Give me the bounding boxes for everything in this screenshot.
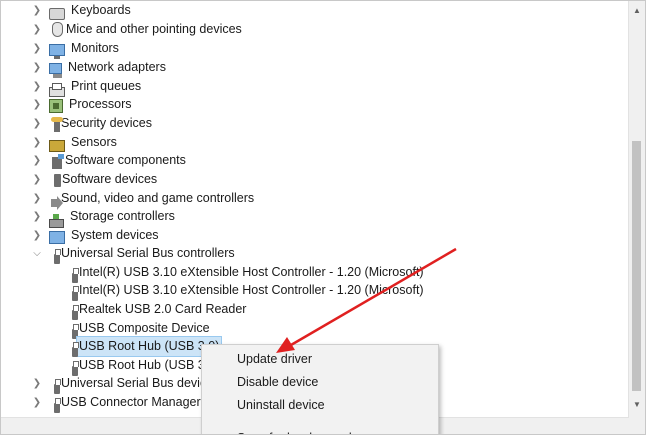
- tree-leaf-usb-composite-device[interactable]: USB Composite Device: [67, 319, 212, 339]
- chevron-down-icon[interactable]: ⌵: [31, 244, 43, 263]
- tree-leaf-usb-root-hub-1[interactable]: USB Root Hub (USB 3.0): [67, 336, 223, 357]
- software-component-icon: [52, 153, 64, 169]
- tree-node-keyboards[interactable]: ❯ Keyboards: [31, 1, 133, 20]
- menu-item-disable-device[interactable]: Disable device: [202, 371, 438, 394]
- chevron-right-icon[interactable]: ❯: [31, 20, 43, 39]
- context-menu: Update driver Disable device Uninstall d…: [201, 344, 439, 434]
- chevron-right-icon[interactable]: ❯: [31, 374, 43, 393]
- tree-node-monitors[interactable]: ❯ Monitors: [31, 39, 121, 59]
- tree-node-label: Intel(R) USB 3.10 eXtensible Host Contro…: [79, 265, 424, 279]
- usb-icon: [72, 304, 79, 320]
- chevron-right-icon[interactable]: ❯: [31, 393, 43, 412]
- keyboard-icon: [49, 7, 65, 20]
- monitor-icon: [49, 43, 65, 59]
- usb-icon: [54, 397, 61, 413]
- menu-item-uninstall-device[interactable]: Uninstall device: [202, 394, 438, 417]
- chevron-right-icon[interactable]: ❯: [31, 207, 43, 226]
- system-device-icon: [49, 231, 65, 244]
- chevron-right-icon[interactable]: ❯: [31, 170, 43, 189]
- tree-node-label: Network adapters: [68, 60, 166, 74]
- chevron-right-icon[interactable]: ❯: [31, 189, 43, 208]
- tree-node-usb-controllers[interactable]: ⌵ Universal Serial Bus controllers: [31, 244, 237, 264]
- chevron-right-icon[interactable]: ❯: [31, 133, 43, 152]
- tree-node-label: Sound, video and game controllers: [61, 191, 255, 205]
- tree-node-label: Monitors: [71, 41, 119, 55]
- tree-leaf-intel-host-controller-1[interactable]: Intel(R) USB 3.10 eXtensible Host Contro…: [67, 263, 426, 283]
- tree-node-label: USB Root Hub (USB 3.0): [75, 336, 223, 357]
- tree-leaf-realtek-card-reader[interactable]: Realtek USB 2.0 Card Reader: [67, 300, 248, 320]
- tree-node-system-devices[interactable]: ❯ System devices: [31, 226, 161, 245]
- tree-node-security-devices[interactable]: ❯ Security devices: [31, 114, 154, 133]
- tree-node-label: Storage controllers: [70, 209, 175, 223]
- tree-node-label: Software components: [65, 153, 186, 167]
- usb-icon: [54, 248, 61, 264]
- tree-node-label: Universal Serial Bus devices: [61, 376, 220, 390]
- network-adapter-icon: [49, 63, 62, 78]
- tree-leaf-usb-root-hub-2[interactable]: USB Root Hub (USB 3.0): [67, 356, 221, 376]
- tree-node-label: Keyboards: [71, 3, 131, 17]
- tree-node-software-devices[interactable]: ❯ Software devices: [31, 170, 159, 189]
- scroll-up-arrow-icon[interactable]: ▲: [629, 3, 645, 19]
- tree-node-sound-video[interactable]: ❯ Sound, video and game controllers: [31, 189, 256, 210]
- tree-node-label: Software devices: [62, 172, 158, 186]
- chevron-right-icon[interactable]: ❯: [31, 58, 43, 77]
- software-device-icon: [54, 174, 61, 187]
- tree-node-processors[interactable]: ❯ Processors: [31, 95, 134, 114]
- chevron-right-icon[interactable]: ❯: [31, 226, 43, 245]
- chevron-right-icon[interactable]: ❯: [31, 77, 43, 96]
- tree-node-label: Universal Serial Bus controllers: [61, 246, 235, 260]
- scrollbar-thumb[interactable]: [632, 141, 641, 391]
- tree-node-label: USB Root Hub (USB 3.0): [79, 358, 220, 372]
- tree-leaf-intel-host-controller-2[interactable]: Intel(R) USB 3.10 eXtensible Host Contro…: [67, 281, 426, 301]
- chevron-right-icon[interactable]: ❯: [31, 39, 43, 58]
- usb-icon: [72, 341, 79, 357]
- tree-node-label: Processors: [69, 97, 132, 111]
- vertical-scrollbar[interactable]: ▲ ▼: [628, 1, 645, 419]
- tree-node-usb-connector-managers[interactable]: ❯ USB Connector Managers: [31, 393, 209, 413]
- chevron-right-icon[interactable]: ❯: [31, 114, 43, 133]
- tree-node-network-adapters[interactable]: ❯ Network adapters: [31, 58, 168, 78]
- tree-node-print-queues[interactable]: ❯ Print queues: [31, 77, 143, 97]
- sensor-icon: [49, 139, 65, 152]
- scrollbar-corner: [629, 418, 645, 434]
- tree-node-label: Print queues: [71, 79, 142, 93]
- mouse-icon: [52, 22, 63, 37]
- tree-node-label: Security devices: [61, 116, 153, 130]
- device-manager-window: ❯ Keyboards ❯ Mice and other pointing de…: [0, 0, 646, 435]
- menu-item-scan-hardware[interactable]: Scan for hardware changes: [202, 427, 438, 434]
- tree-node-label: USB Composite Device: [79, 321, 210, 335]
- tree-node-label: Sensors: [71, 135, 117, 149]
- tree-node-label: Intel(R) USB 3.10 eXtensible Host Contro…: [79, 283, 424, 297]
- tree-node-storage-controllers[interactable]: ❯ Storage controllers: [31, 207, 177, 228]
- speaker-icon: [51, 195, 63, 210]
- tree-node-label: Mice and other pointing devices: [66, 22, 242, 36]
- usb-icon: [72, 285, 79, 301]
- tree-node-sensors[interactable]: ❯ Sensors: [31, 133, 119, 152]
- tree-node-label: System devices: [71, 228, 159, 242]
- chevron-right-icon[interactable]: ❯: [31, 1, 43, 20]
- tree-node-software-components[interactable]: ❯ Software components: [31, 151, 188, 170]
- security-device-icon: [51, 116, 63, 132]
- tree-node-usb-devices[interactable]: ❯ Universal Serial Bus devices: [31, 374, 221, 394]
- chevron-right-icon[interactable]: ❯: [31, 95, 43, 114]
- tree-node-label: Realtek USB 2.0 Card Reader: [79, 302, 247, 316]
- tree-node-label: USB Connector Managers: [61, 395, 207, 409]
- chevron-right-icon[interactable]: ❯: [31, 151, 43, 170]
- scroll-down-arrow-icon[interactable]: ▼: [629, 397, 645, 413]
- tree-node-mice[interactable]: ❯ Mice and other pointing devices: [31, 20, 244, 39]
- usb-icon: [54, 378, 61, 394]
- menu-item-update-driver[interactable]: Update driver: [202, 348, 438, 371]
- processor-icon: [49, 98, 63, 113]
